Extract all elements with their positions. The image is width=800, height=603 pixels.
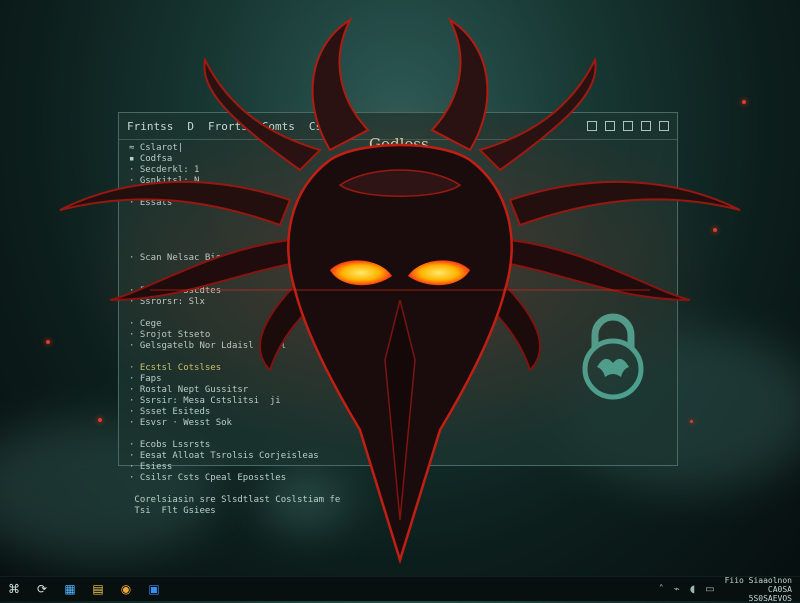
file-explorer-icon[interactable]: ▤ [84,577,112,601]
search-button[interactable]: ⟳ [28,577,56,601]
volume-icon[interactable]: ◖ [690,584,695,595]
store-icon[interactable]: ▣ [140,577,168,601]
network-icon[interactable]: ⌁ [674,584,680,595]
clock[interactable]: Fiio Siaaolnon CA0SA 5S0SAEVOS [725,576,792,603]
chevron-up-icon[interactable]: ˄ [659,584,664,595]
system-tray: ˄ ⌁ ◖ ▭ Fiio Siaaolnon CA0SA 5S0SAEVOS [659,576,800,603]
start-button[interactable]: ⌘ [0,577,28,601]
clock-line: Fiio Siaaolnon [724,575,792,585]
browser-icon[interactable]: ◉ [112,577,140,601]
battery-icon[interactable]: ▭ [705,584,714,595]
demon-mask-icon [59,17,741,565]
taskbar-app-icon[interactable]: ▦ [56,577,84,601]
taskbar: ⌘ ⟳ ▦ ▤ ◉ ▣ ˄ ⌁ ◖ ▭ Fiio Siaaolnon CA0SA… [0,576,800,603]
clock-line: 5S0SAEVOS [748,593,792,603]
clock-line: CA0SA [767,584,792,594]
